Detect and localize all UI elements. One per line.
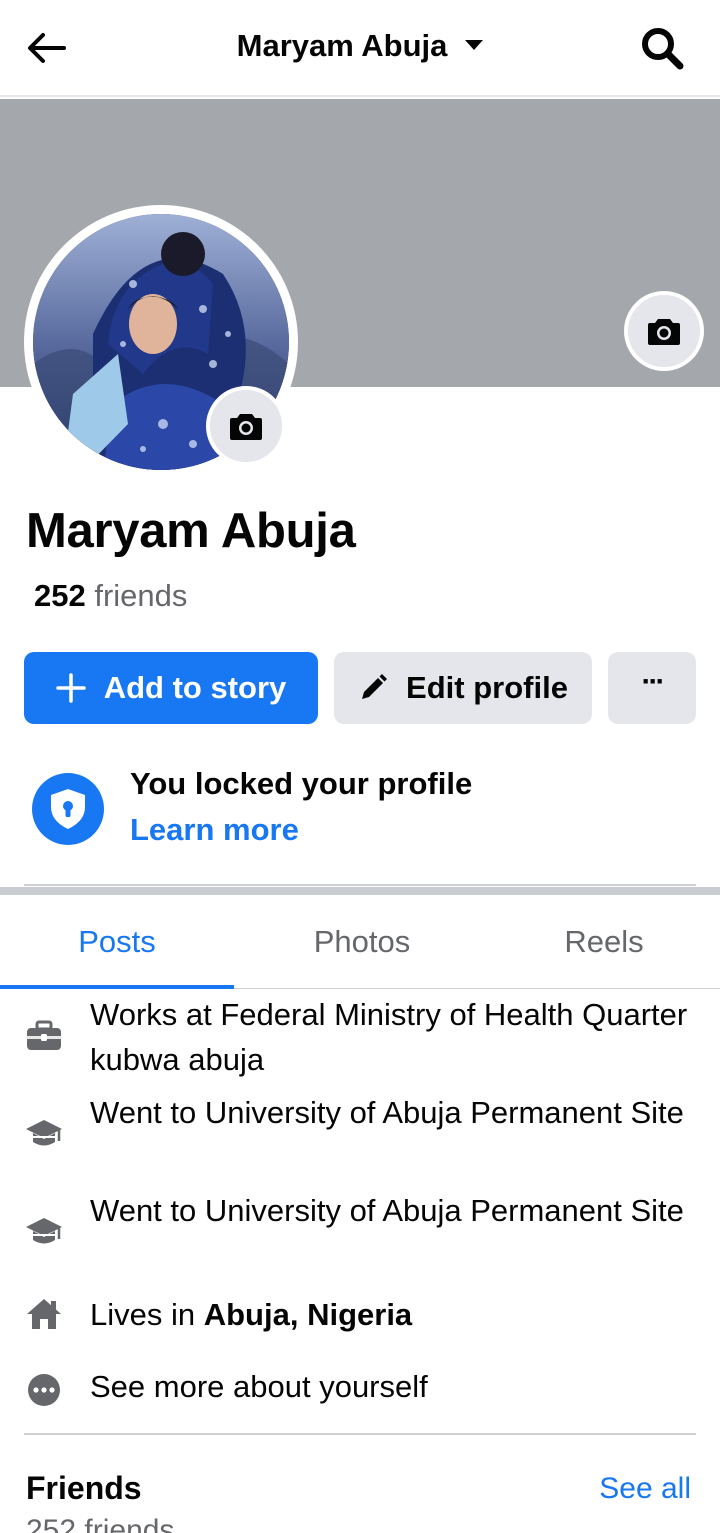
more-dots-icon (24, 1370, 64, 1410)
divider (24, 884, 696, 886)
profile-name: Maryam Abuja (26, 504, 356, 558)
location-value: Abuja, Nigeria (203, 1297, 413, 1332)
friends-number: 252 (34, 578, 86, 613)
shield-lock-icon (32, 773, 104, 845)
graduation-cap-icon (24, 1212, 64, 1252)
more-dots-label: ··· (641, 665, 666, 698)
profile-switcher[interactable]: Maryam Abuja (0, 28, 720, 64)
more-options-button[interactable]: ··· (608, 652, 696, 724)
learn-more-link[interactable]: Learn more (130, 812, 299, 848)
detail-work-text: Works at Federal Ministry of Health Quar… (90, 997, 688, 1077)
tab-reels-label: Reels (564, 924, 644, 959)
edit-profile-button[interactable]: Edit profile (334, 652, 592, 724)
friends-section-title: Friends (26, 1470, 142, 1506)
section-separator (0, 887, 720, 895)
friends-section-count: 252 friends (26, 1514, 175, 1533)
pencil-icon (358, 673, 388, 703)
caret-down-icon (465, 39, 484, 50)
location-prefix: Lives in (90, 1297, 204, 1332)
tab-posts[interactable]: Posts (0, 895, 234, 989)
see-more-about-text: See more about yourself (90, 1369, 428, 1404)
divider (24, 1433, 696, 1435)
active-tab-indicator (0, 985, 234, 989)
edit-profile-label: Edit profile (406, 670, 568, 705)
friends-count[interactable]: 252 friends (34, 578, 187, 614)
lock-notice-title: You locked your profile (130, 766, 473, 801)
briefcase-icon (24, 1016, 64, 1056)
plus-icon (55, 673, 86, 703)
tab-photos-label: Photos (313, 924, 411, 959)
home-icon (24, 1294, 64, 1334)
search-icon (642, 28, 684, 70)
tab-reels[interactable]: Reels (486, 895, 720, 989)
add-to-story-button[interactable]: Add to story (24, 652, 318, 724)
detail-location-text: Lives in Abuja, Nigeria (90, 1292, 700, 1337)
detail-education-text: Went to University of Abuja Permanent Si… (90, 1193, 684, 1228)
edit-cover-button[interactable] (624, 291, 704, 371)
edit-profile-picture-button[interactable] (206, 386, 286, 466)
friends-word: friends (85, 578, 188, 613)
tab-photos[interactable]: Photos (244, 895, 480, 989)
graduation-cap-icon (24, 1114, 64, 1154)
camera-icon (648, 319, 680, 345)
detail-education-text: Went to University of Abuja Permanent Si… (90, 1095, 684, 1130)
see-all-friends-link[interactable]: See all (599, 1472, 691, 1506)
search-button[interactable] (638, 26, 686, 70)
profile-tabs: Posts Photos Reels (0, 895, 720, 989)
camera-icon (230, 414, 262, 440)
header-title: Maryam Abuja (236, 28, 448, 63)
top-bar: Maryam Abuja (0, 0, 720, 97)
add-to-story-label: Add to story (103, 670, 287, 705)
tab-posts-label: Posts (78, 924, 156, 959)
